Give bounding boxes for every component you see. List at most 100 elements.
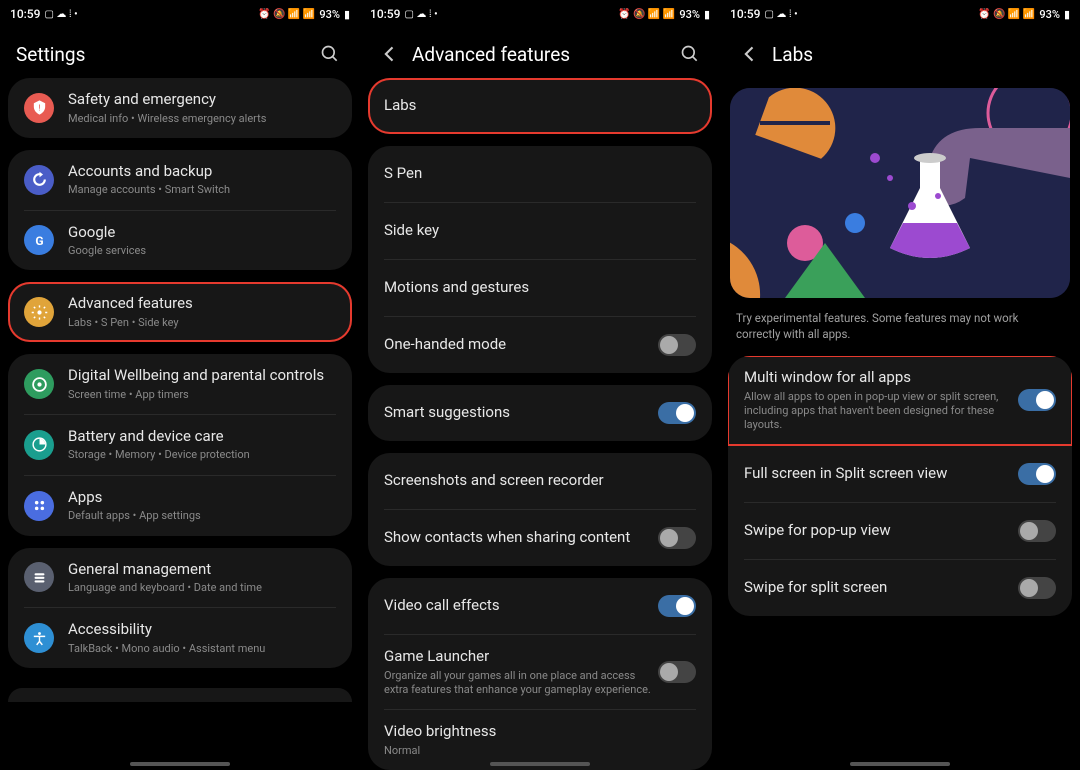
row-text: General managementLanguage and keyboard … — [68, 560, 336, 596]
settings-row[interactable]: AppsDefault apps • App settings — [8, 476, 352, 536]
row-title: Show contacts when sharing content — [384, 528, 658, 548]
row-text: Labs — [384, 96, 696, 116]
row-text: Accounts and backupManage accounts • Sma… — [68, 162, 336, 198]
toggle-switch[interactable] — [1018, 389, 1056, 411]
toggle-switch[interactable] — [1018, 520, 1056, 542]
row-text: Multi window for all appsAllow all apps … — [744, 368, 1018, 432]
row-text: Screenshots and screen recorder — [384, 471, 696, 491]
settings-row[interactable]: GGoogleGoogle services — [8, 211, 352, 271]
settings-row[interactable]: Multi window for all appsAllow all apps … — [728, 356, 1072, 444]
toggle-switch[interactable] — [658, 661, 696, 683]
row-title: Safety and emergency — [68, 90, 336, 110]
row-subtitle: Google services — [68, 244, 336, 258]
status-time: 10:59 — [730, 7, 760, 21]
nav-handle[interactable] — [130, 762, 230, 766]
svg-text:!: ! — [38, 104, 40, 114]
row-subtitle: Manage accounts • Smart Switch — [68, 183, 336, 197]
settings-row[interactable]: Smart suggestions — [368, 385, 712, 441]
settings-row[interactable]: General managementLanguage and keyboard … — [8, 548, 352, 608]
row-title: Motions and gestures — [384, 278, 696, 298]
row-text: Advanced featuresLabs • S Pen • Side key — [68, 294, 336, 330]
toggle-switch[interactable] — [658, 402, 696, 424]
search-icon — [680, 44, 700, 64]
settings-row[interactable]: Advanced featuresLabs • S Pen • Side key — [8, 282, 352, 342]
status-bar: 10:59 ▢ ☁ ⁞ • ⏰ 🔕 📶 📶 93% ▮ — [0, 0, 360, 28]
row-subtitle: Storage • Memory • Device protection — [68, 448, 336, 462]
toggle-switch[interactable] — [1018, 463, 1056, 485]
toggle-switch[interactable] — [1018, 577, 1056, 599]
settings-row[interactable]: Video call effects — [368, 578, 712, 634]
row-subtitle: Allow all apps to open in pop-up view or… — [744, 390, 1018, 433]
row-title: Accounts and backup — [68, 162, 336, 182]
settings-row[interactable]: Digital Wellbeing and parental controlsS… — [8, 354, 352, 414]
row-subtitle: Organize all your games all in one place… — [384, 669, 658, 698]
row-title: Accessibility — [68, 620, 336, 640]
row-title: Side key — [384, 221, 696, 241]
row-subtitle: Screen time • App timers — [68, 388, 336, 402]
settings-card: Advanced featuresLabs • S Pen • Side key — [8, 282, 352, 342]
status-bar: 10:59 ▢ ☁ ⁞ • ⏰ 🔕 📶 📶 93% ▮ — [720, 0, 1080, 28]
partial-next-card — [8, 688, 352, 702]
row-text: Video call effects — [384, 596, 658, 616]
apps-icon — [24, 491, 54, 521]
toggle-switch[interactable] — [658, 595, 696, 617]
settings-row[interactable]: Swipe for pop-up view — [728, 503, 1072, 559]
status-icons-right: ⏰ 🔕 📶 📶 — [258, 9, 315, 20]
page-title: Settings — [16, 43, 316, 66]
settings-row[interactable]: Show contacts when sharing content — [368, 510, 712, 566]
search-button[interactable] — [316, 40, 344, 68]
row-text: Safety and emergencyMedical info • Wirel… — [68, 90, 336, 126]
settings-row[interactable]: Full screen in Split screen view — [728, 446, 1072, 502]
settings-card: Screenshots and screen recorder Show cont… — [368, 453, 712, 566]
row-title: One-handed mode — [384, 335, 658, 355]
phone-screen-advanced: 10:59 ▢ ☁ ⁞ • ⏰ 🔕 📶 📶 93% ▮ Advanced fea… — [360, 0, 720, 770]
row-text: Battery and device careStorage • Memory … — [68, 427, 336, 463]
toggle-switch[interactable] — [658, 334, 696, 356]
battery-icon — [24, 430, 54, 460]
status-bar: 10:59 ▢ ☁ ⁞ • ⏰ 🔕 📶 📶 93% ▮ — [360, 0, 720, 28]
settings-row[interactable]: One-handed mode — [368, 317, 712, 373]
settings-row[interactable]: Accounts and backupManage accounts • Sma… — [8, 150, 352, 210]
settings-row[interactable]: Motions and gestures — [368, 260, 712, 316]
row-title: Game Launcher — [384, 647, 658, 667]
settings-card: Digital Wellbeing and parental controlsS… — [8, 354, 352, 535]
status-time: 10:59 — [370, 7, 400, 21]
toggle-switch[interactable] — [658, 527, 696, 549]
row-text: Show contacts when sharing content — [384, 528, 658, 548]
row-text: GoogleGoogle services — [68, 223, 336, 259]
settings-row[interactable]: S Pen — [368, 146, 712, 202]
settings-row[interactable]: ! Safety and emergencyMedical info • Wire… — [8, 78, 352, 138]
page-title: Advanced features — [412, 43, 676, 66]
nav-handle[interactable] — [490, 762, 590, 766]
row-text: Digital Wellbeing and parental controlsS… — [68, 366, 336, 402]
settings-row[interactable]: Game LauncherOrganize all your games all… — [368, 635, 712, 709]
row-text: Full screen in Split screen view — [744, 464, 1018, 484]
row-text: AppsDefault apps • App settings — [68, 488, 336, 524]
row-subtitle: Normal — [384, 744, 696, 758]
row-title: Smart suggestions — [384, 403, 658, 423]
battery-icon: ▮ — [704, 8, 710, 21]
settings-row[interactable]: AccessibilityTalkBack • Mono audio • Ass… — [8, 608, 352, 668]
row-title: Video call effects — [384, 596, 658, 616]
general-icon — [24, 562, 54, 592]
settings-row[interactable]: Labs — [368, 78, 712, 134]
row-text: One-handed mode — [384, 335, 658, 355]
wellbeing-icon — [24, 369, 54, 399]
settings-row[interactable]: Swipe for split screen — [728, 560, 1072, 616]
backup-icon — [24, 165, 54, 195]
labs-description: Try experimental features. Some features… — [720, 310, 1080, 356]
settings-row[interactable]: Battery and device careStorage • Memory … — [8, 415, 352, 475]
phone-screen-settings: 10:59 ▢ ☁ ⁞ • ⏰ 🔕 📶 📶 93% ▮ Settings ! Sa… — [0, 0, 360, 770]
back-button[interactable] — [376, 40, 404, 68]
settings-row[interactable]: Screenshots and screen recorder — [368, 453, 712, 509]
settings-card: Multi window for all appsAllow all apps … — [728, 356, 1072, 615]
settings-row[interactable]: Video brightnessNormal — [368, 710, 712, 770]
row-title: Battery and device care — [68, 427, 336, 447]
phone-screen-labs: 10:59 ▢ ☁ ⁞ • ⏰ 🔕 📶 📶 93% ▮ Labs — [720, 0, 1080, 770]
back-button[interactable] — [736, 40, 764, 68]
nav-handle[interactable] — [850, 762, 950, 766]
row-text: AccessibilityTalkBack • Mono audio • Ass… — [68, 620, 336, 656]
settings-row[interactable]: Side key — [368, 203, 712, 259]
labs-list: Multi window for all appsAllow all apps … — [720, 356, 1080, 635]
search-button[interactable] — [676, 40, 704, 68]
